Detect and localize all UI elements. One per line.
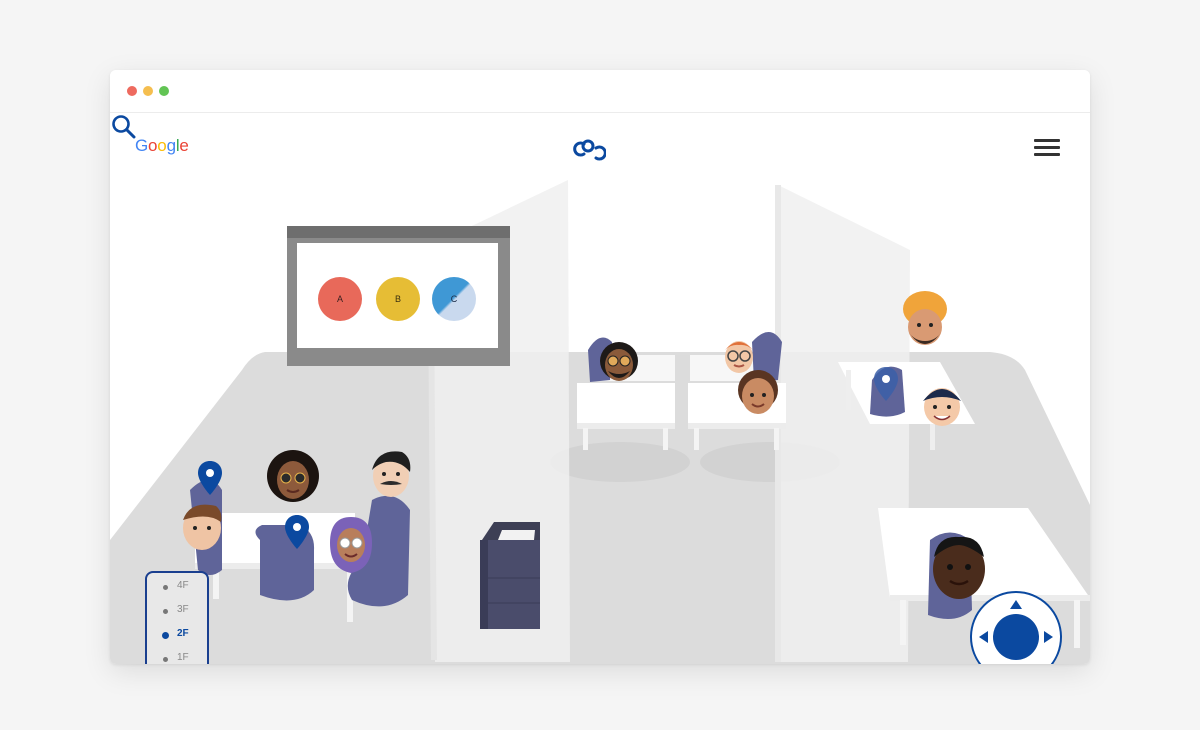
joystick-up-arrow-icon[interactable] xyxy=(1010,600,1022,609)
window-titlebar xyxy=(110,70,1090,113)
option-c-label: C xyxy=(450,294,458,304)
floor-label: 4F xyxy=(177,580,189,591)
maximize-window-dot[interactable] xyxy=(159,86,169,96)
printer xyxy=(480,522,540,629)
floor-dot xyxy=(163,657,168,662)
floor-dot xyxy=(163,609,168,614)
joystick-right-arrow-icon[interactable] xyxy=(1044,631,1053,643)
floor-item-2f[interactable]: 2F xyxy=(147,625,207,647)
floor-item-1f[interactable]: 1F xyxy=(147,649,207,664)
option-a-circle[interactable]: A xyxy=(318,277,362,321)
joystick-knob[interactable] xyxy=(993,614,1039,660)
avatar-hijab[interactable] xyxy=(326,513,376,575)
search-icon[interactable] xyxy=(110,113,138,141)
hamburger-menu-icon[interactable] xyxy=(1032,136,1062,160)
floor-dot xyxy=(162,632,169,639)
floor-item-3f[interactable]: 3F xyxy=(147,601,207,623)
floor-dot xyxy=(163,585,168,590)
logo-letter: e xyxy=(179,136,189,155)
avatar-curly-sunglasses[interactable] xyxy=(266,448,320,508)
option-b-label: B xyxy=(394,294,401,304)
joystick-left-arrow-icon[interactable] xyxy=(979,631,988,643)
floor-selector: 4F 3F 2F 1F xyxy=(145,571,209,664)
minimize-window-dot[interactable] xyxy=(143,86,153,96)
location-pin-icon[interactable] xyxy=(874,367,898,401)
option-a-label: A xyxy=(336,294,343,304)
logo-letter: o xyxy=(148,136,158,155)
menu-line xyxy=(1034,153,1060,156)
avatar-beanie[interactable] xyxy=(918,379,966,429)
floor-label: 2F xyxy=(177,628,189,639)
option-b-circle[interactable]: B xyxy=(376,277,420,321)
office-3d-scene: A B C 4F 3F 2F 1F xyxy=(110,113,1090,664)
floor-label: 1F xyxy=(177,652,189,663)
location-pin-icon[interactable] xyxy=(198,461,222,495)
avatar-turban[interactable] xyxy=(900,291,950,355)
google-logo[interactable]: Google xyxy=(135,136,189,156)
menu-line xyxy=(1034,139,1060,142)
avatar-dark-man[interactable] xyxy=(928,533,990,603)
avatar-man-left[interactable] xyxy=(178,498,226,554)
avatar-dreadlocks-glasses[interactable] xyxy=(596,335,642,387)
browser-window: A B C 4F 3F 2F 1F Google xyxy=(110,70,1090,664)
floor-item-4f[interactable]: 4F xyxy=(147,577,207,599)
avatar-girl-brown[interactable] xyxy=(732,368,784,420)
floor-label: 3F xyxy=(177,604,189,615)
avatar-mustache[interactable] xyxy=(368,446,414,502)
logo-letter: o xyxy=(157,136,167,155)
location-pin-icon[interactable] xyxy=(285,515,309,549)
option-c-circle[interactable]: C xyxy=(432,277,476,321)
close-window-dot[interactable] xyxy=(127,86,137,96)
linked-circles-icon[interactable] xyxy=(570,136,606,162)
logo-letter: g xyxy=(166,136,176,155)
menu-line xyxy=(1034,146,1060,149)
